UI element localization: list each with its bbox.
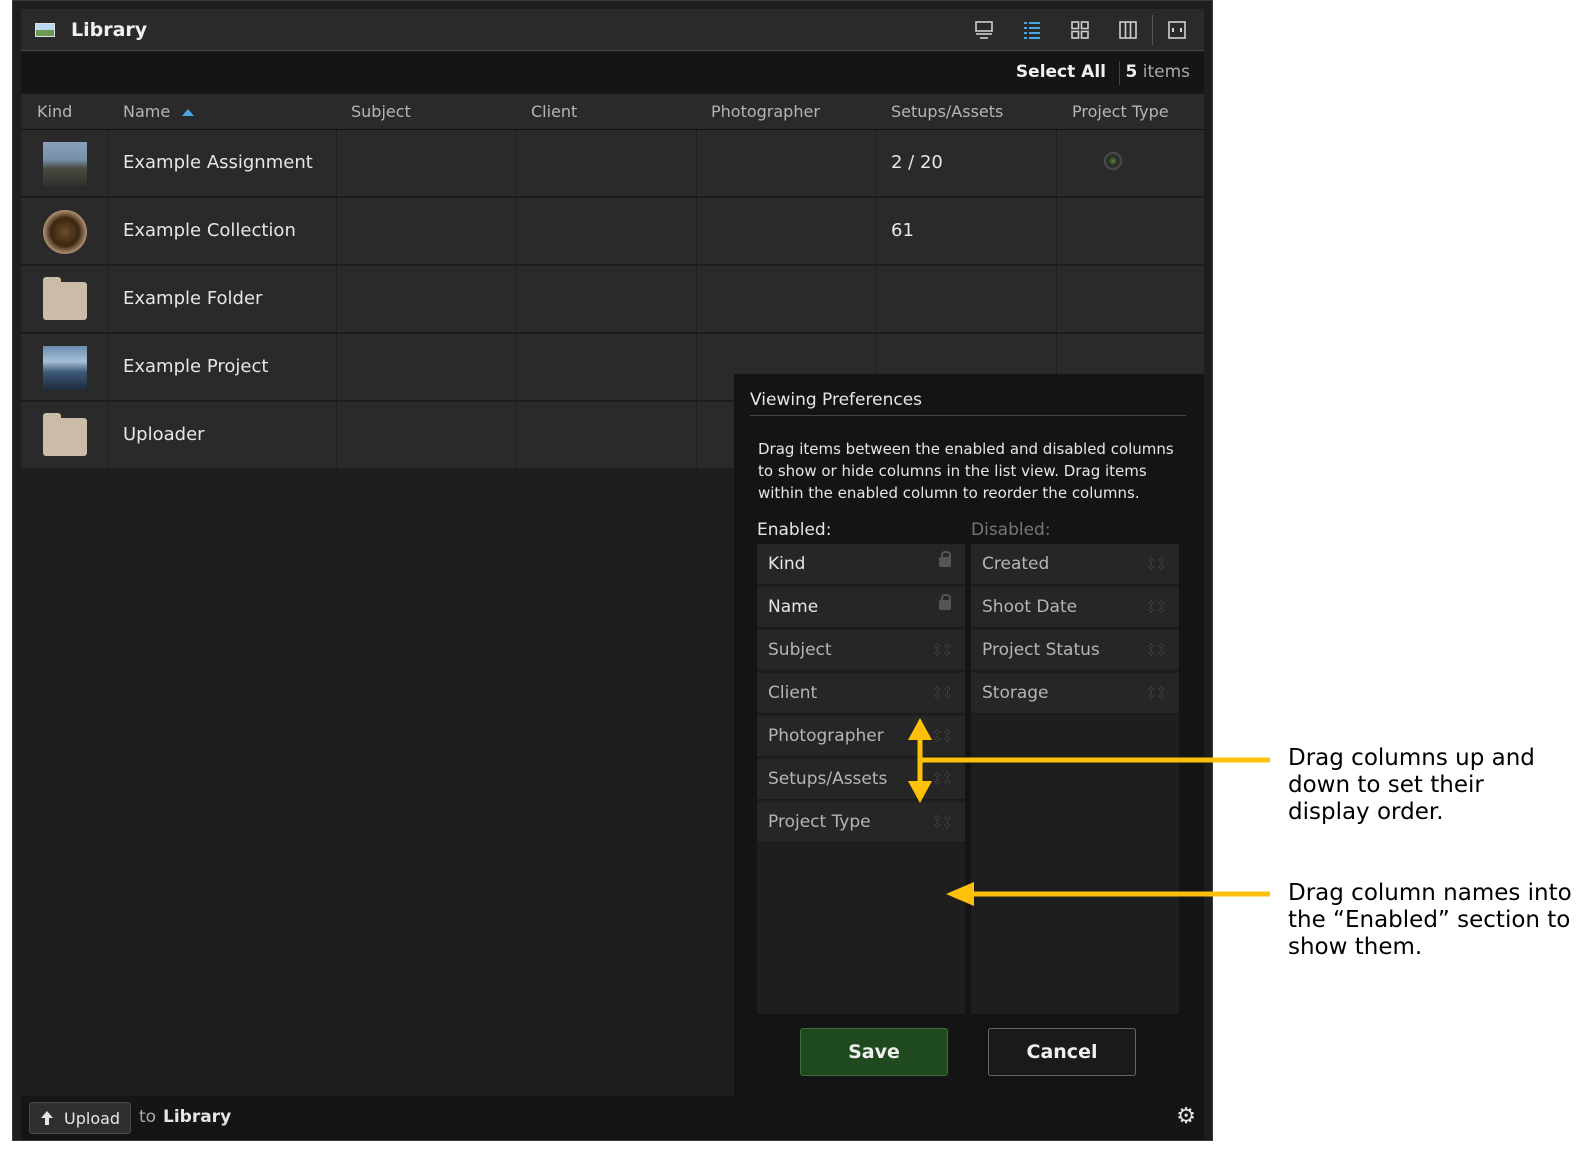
up-arrow-head — [908, 718, 932, 740]
annotation-enable: Drag column names into the “Enabled” sec… — [1288, 880, 1572, 960]
left-arrow-head — [946, 882, 974, 906]
down-arrow-head — [908, 781, 932, 803]
annotation-overlay — [908, 718, 1270, 906]
annotation-reorder: Drag columns up and down to set their di… — [1288, 745, 1535, 825]
